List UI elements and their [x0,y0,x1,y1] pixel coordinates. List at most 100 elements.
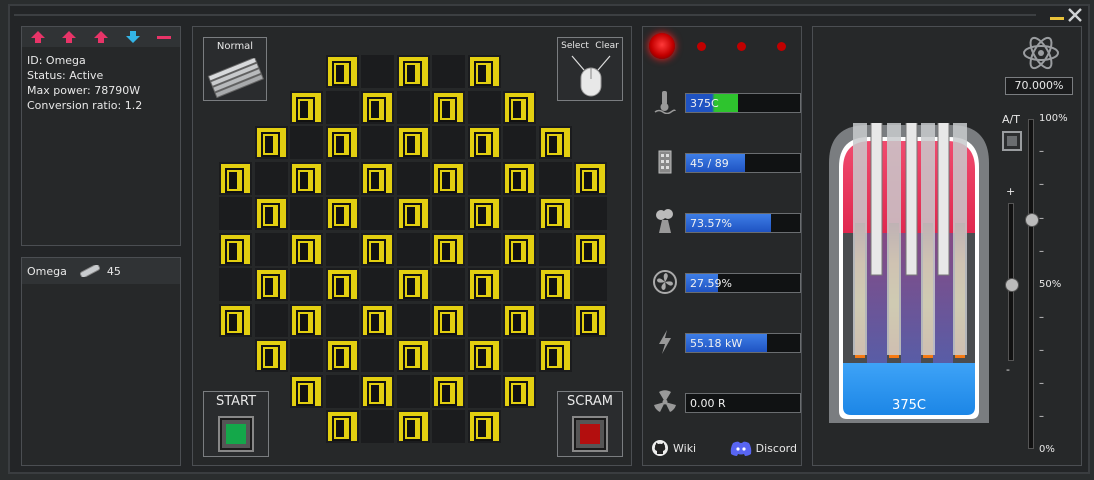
fuel-rod-cell[interactable] [290,90,323,124]
fuel-rod-cell[interactable] [254,268,288,301]
fuel-rod-cell[interactable] [467,126,501,159]
empty-cell[interactable] [467,374,501,408]
empty-cell[interactable] [432,197,465,230]
fuel-rod-cell[interactable] [290,303,323,337]
empty-cell[interactable] [361,268,394,301]
remove-button[interactable] [154,29,174,45]
fuel-rod-cell[interactable] [325,410,359,443]
empty-cell[interactable] [325,232,359,266]
move-up-button[interactable] [59,29,79,45]
empty-cell[interactable] [432,339,465,372]
fuel-rod-cell[interactable] [325,55,359,88]
empty-cell[interactable] [503,126,536,159]
wiki-link[interactable]: Wiki [651,439,696,457]
empty-cell[interactable] [503,339,536,372]
fuel-rod-cell[interactable] [254,339,288,372]
empty-cell[interactable] [290,339,323,372]
empty-cell[interactable] [538,303,572,337]
fuel-rod-cell[interactable] [432,90,465,124]
fuel-rod-cell[interactable] [219,161,252,195]
fuel-rod-cell[interactable] [325,126,359,159]
fuel-rod-cell[interactable] [467,339,501,372]
empty-cell[interactable] [361,339,394,372]
fuel-rod-cell[interactable] [325,339,359,372]
empty-cell[interactable] [219,268,252,301]
fuel-rod-cell[interactable] [361,374,394,408]
empty-cell[interactable] [290,126,323,159]
empty-cell[interactable] [432,55,465,88]
fuel-rod-cell[interactable] [467,410,501,443]
auto-toggle-button[interactable] [1002,131,1022,151]
fuel-rod-cell[interactable] [396,268,430,301]
empty-cell[interactable] [574,268,607,301]
reactor-core-grid[interactable] [219,55,609,445]
fuel-rod-cell[interactable] [538,268,572,301]
fine-adjust-slider[interactable] [1005,203,1019,361]
fuel-rod-cell[interactable] [432,232,465,266]
fuel-rod-cell[interactable] [432,374,465,408]
fuel-rod-cell[interactable] [574,303,607,337]
fuel-rod-cell[interactable] [432,161,465,195]
fuel-rod-cell[interactable] [290,374,323,408]
empty-cell[interactable] [290,268,323,301]
empty-cell[interactable] [219,197,252,230]
empty-cell[interactable] [538,232,572,266]
empty-cell[interactable] [396,90,430,124]
fuel-rod-cell[interactable] [219,232,252,266]
move-top-button[interactable] [28,29,48,45]
rod-insertion-slider[interactable] [1025,119,1039,449]
fuel-rod-cell[interactable] [503,161,536,195]
close-button[interactable] [1066,6,1084,24]
empty-cell[interactable] [254,303,288,337]
list-item[interactable]: Omega 45 [22,258,180,284]
fuel-rod-cell[interactable] [503,90,536,124]
fuel-rod-cell[interactable] [396,410,430,443]
empty-cell[interactable] [396,232,430,266]
empty-cell[interactable] [432,268,465,301]
fuel-rod-cell[interactable] [538,339,572,372]
empty-cell[interactable] [503,197,536,230]
scram-button[interactable]: SCRAM [557,391,623,457]
empty-cell[interactable] [325,161,359,195]
empty-cell[interactable] [538,161,572,195]
fuel-rod-cell[interactable] [432,303,465,337]
empty-cell[interactable] [467,161,501,195]
fuel-rod-cell[interactable] [290,161,323,195]
empty-cell[interactable] [432,410,465,443]
fuel-rod-cell[interactable] [538,126,572,159]
empty-cell[interactable] [574,197,607,230]
empty-cell[interactable] [432,126,465,159]
fuel-rod-cell[interactable] [396,339,430,372]
fuel-rod-cell[interactable] [467,197,501,230]
empty-cell[interactable] [254,232,288,266]
empty-cell[interactable] [325,90,359,124]
empty-cell[interactable] [361,126,394,159]
empty-cell[interactable] [361,410,394,443]
fuel-rod-cell[interactable] [574,161,607,195]
empty-cell[interactable] [361,197,394,230]
fuel-rod-cell[interactable] [503,374,536,408]
minimize-button[interactable] [1050,10,1064,20]
fuel-rod-cell[interactable] [396,55,430,88]
fuel-rod-cell[interactable] [503,232,536,266]
fuel-rod-cell[interactable] [325,268,359,301]
empty-cell[interactable] [467,90,501,124]
fuel-rod-cell[interactable] [396,126,430,159]
empty-cell[interactable] [396,303,430,337]
empty-cell[interactable] [290,197,323,230]
empty-cell[interactable] [503,268,536,301]
empty-cell[interactable] [361,55,394,88]
fuel-rod-cell[interactable] [361,161,394,195]
move-down-button[interactable] [123,29,143,45]
empty-cell[interactable] [254,161,288,195]
empty-cell[interactable] [396,161,430,195]
empty-cell[interactable] [396,374,430,408]
fine-adjust-knob[interactable] [1005,278,1019,292]
move-up-small-button[interactable] [91,29,111,45]
empty-cell[interactable] [325,374,359,408]
fuel-rod-cell[interactable] [254,197,288,230]
alarm-led[interactable] [649,33,675,59]
empty-cell[interactable] [467,232,501,266]
fuel-rod-cell[interactable] [361,303,394,337]
discord-link[interactable]: Discord [730,439,797,457]
